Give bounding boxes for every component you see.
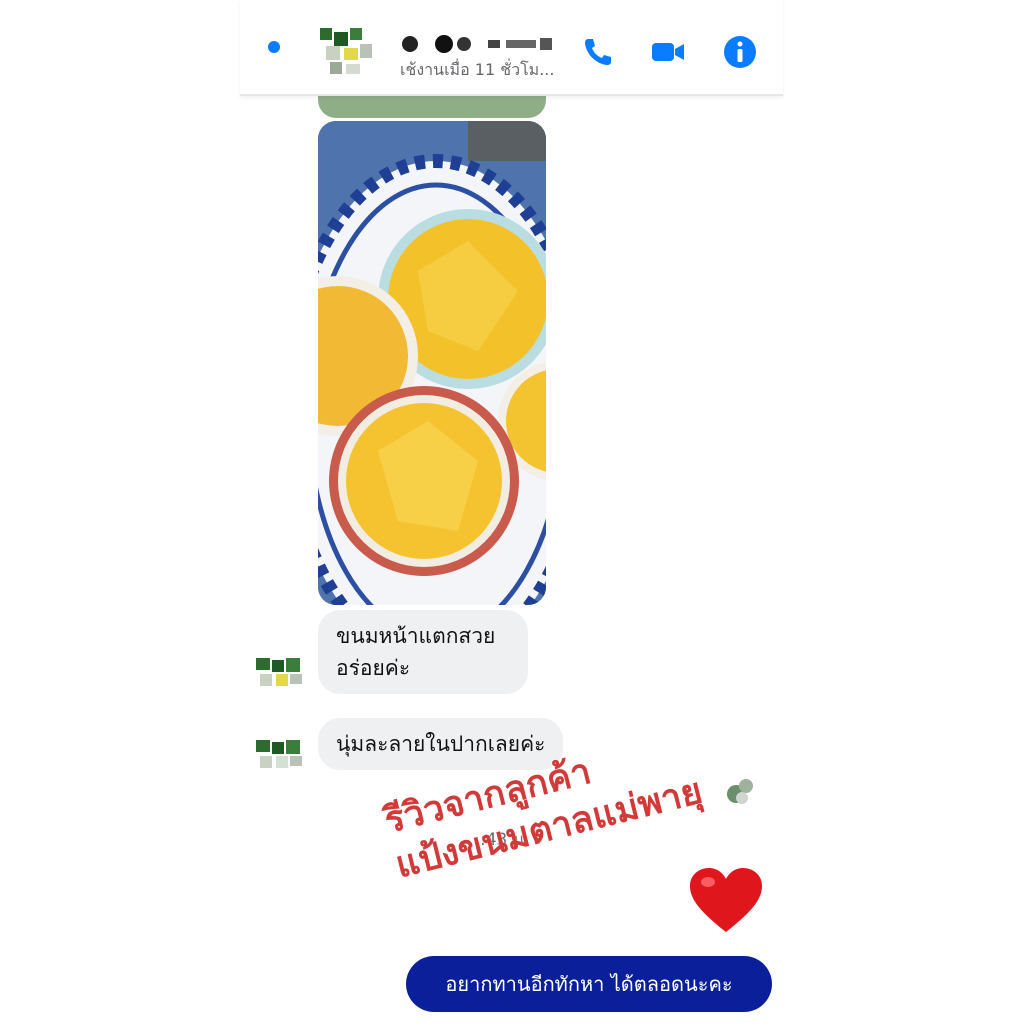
contact-name[interactable] [398, 32, 558, 54]
message-line-2: อร่อยค่ะ [336, 656, 411, 680]
dessert-photo[interactable] [318, 121, 546, 605]
contact-avatar[interactable] [316, 24, 380, 80]
active-status: เช้งานเมื่อ 11 ชั่วโม... [400, 60, 555, 79]
photo-of-desserts-icon [318, 121, 546, 605]
sender-avatar[interactable] [252, 640, 308, 700]
message-bubble-2[interactable]: นุ่มละลายในปากเลยค่ะ [318, 718, 564, 770]
info-icon[interactable] [722, 34, 758, 70]
message-bubble-1[interactable]: ขนมหน้าแตกสวย อร่อยค่ะ [318, 610, 528, 694]
sent-message-bubble[interactable]: อยากทานอีกทักหา ได้ตลอดนะคะ [406, 956, 772, 1012]
video-call-icon[interactable] [650, 34, 686, 70]
previous-image-edge[interactable] [318, 94, 546, 118]
seen-avatar [727, 779, 753, 804]
heart-icon [690, 868, 762, 932]
sender-avatar[interactable] [252, 722, 308, 782]
chat-header: เช้งานเมื่อ 11 ชั่วโม... [240, 0, 783, 96]
back-indicator[interactable] [268, 41, 280, 53]
phone-icon[interactable] [580, 34, 616, 70]
message-line-1: ขนมหน้าแตกสวย [336, 624, 496, 648]
